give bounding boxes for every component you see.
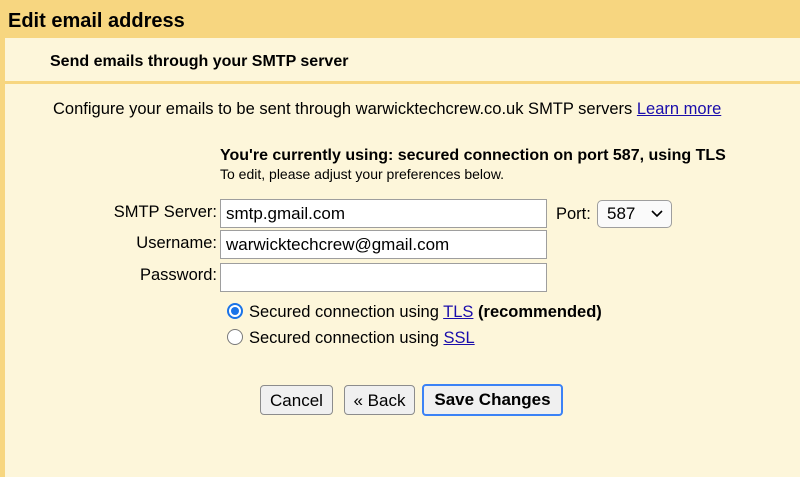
tls-radio[interactable] [227, 303, 243, 319]
dialog-panel: Send emails through your SMTP server Con… [5, 38, 800, 477]
title-bar: Edit email address [0, 0, 800, 38]
tls-option-label: Secured connection using TLS (recommende… [249, 302, 602, 322]
smtp-server-label: SMTP Server: [113, 203, 217, 221]
port-select[interactable]: 587 [597, 200, 672, 228]
learn-more-link[interactable]: Learn more [637, 100, 721, 118]
ssl-option-label: Secured connection using SSL [249, 328, 475, 348]
username-input[interactable] [220, 230, 547, 259]
smtp-server-input[interactable] [220, 199, 547, 228]
username-label: Username: [136, 234, 217, 252]
chevron-down-icon [651, 201, 663, 236]
tls-prefix: Secured connection using [249, 303, 444, 321]
back-button[interactable]: « Back [344, 385, 415, 415]
current-status: You're currently using: secured connecti… [220, 147, 726, 164]
password-input[interactable] [220, 263, 547, 292]
port-label: Port: [556, 205, 591, 223]
ssl-radio[interactable] [227, 329, 243, 345]
port-value: 587 [607, 204, 636, 223]
section-title: Send emails through your SMTP server [50, 53, 349, 70]
config-text: Configure your emails to be sent through… [53, 100, 633, 118]
save-changes-button[interactable]: Save Changes [422, 384, 563, 416]
subheader: Send emails through your SMTP server [5, 38, 800, 84]
tls-link[interactable]: TLS [443, 303, 473, 321]
cancel-button[interactable]: Cancel [260, 385, 333, 415]
config-description: Configure your emails to be sent through… [53, 99, 721, 119]
edit-email-dialog: Edit email address Send emails through y… [0, 0, 800, 477]
password-label: Password: [139, 266, 217, 284]
dialog-title: Edit email address [8, 10, 185, 32]
ssl-prefix: Secured connection using [249, 329, 444, 347]
status-hint: To edit, please adjust your preferences … [220, 166, 505, 182]
ssl-link[interactable]: SSL [443, 329, 474, 347]
tls-recommended: (recommended) [473, 303, 602, 321]
